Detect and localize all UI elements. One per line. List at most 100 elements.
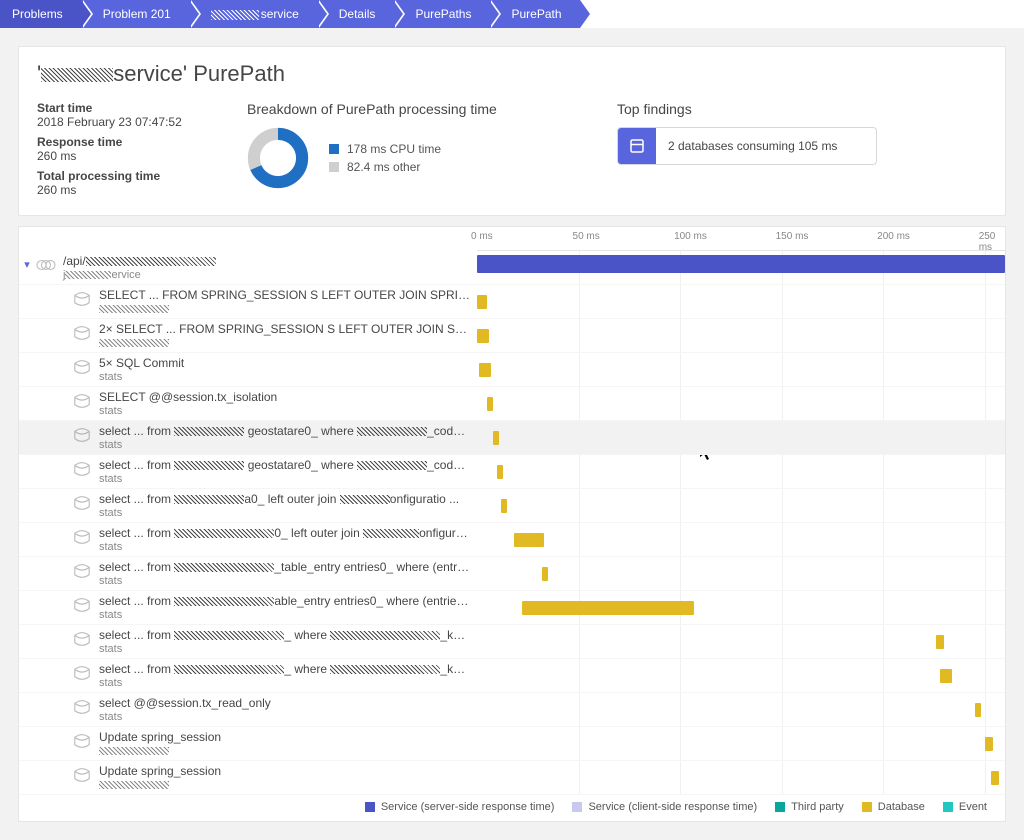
- row-sub: [99, 745, 471, 757]
- row-main: select ... from able_entry entries0_ whe…: [99, 594, 471, 608]
- timeline-row[interactable]: Update spring_session: [19, 761, 1005, 795]
- breakdown-donut: [247, 127, 309, 189]
- findings-heading: Top findings: [617, 101, 987, 117]
- breadcrumb: Problems Problem 201 service Details Pur…: [0, 0, 1024, 28]
- database-icon: [71, 596, 93, 614]
- timeline-row[interactable]: select ... from _ where _key=? a...stats: [19, 659, 1005, 693]
- timeline-root-row[interactable]: ▾ /api/jervice: [19, 251, 1005, 285]
- bar-database: [501, 499, 507, 513]
- row-sub: stats: [99, 371, 471, 383]
- page-title-suffix: service' PurePath: [113, 61, 285, 86]
- crumb-problems[interactable]: Problems: [0, 0, 81, 28]
- row-sub: stats: [99, 439, 471, 451]
- row-sub: stats: [99, 405, 471, 417]
- start-time-label: Start time: [37, 101, 207, 115]
- axis-tick: 200 ms: [877, 231, 910, 242]
- bar-database: [477, 295, 487, 309]
- finding-databases[interactable]: 2 databases consuming 105 ms: [617, 127, 877, 165]
- timeline-row[interactable]: select @@session.tx_read_onlystats: [19, 693, 1005, 727]
- expand-toggle[interactable]: ▾: [19, 254, 35, 271]
- crumb-purepaths[interactable]: PurePaths: [393, 0, 489, 28]
- timeline-row[interactable]: select ... from able_entry entries0_ whe…: [19, 591, 1005, 625]
- timeline-row[interactable]: select ... from geostatare0_ where _code…: [19, 421, 1005, 455]
- crumb-problem-id[interactable]: Problem 201: [81, 0, 189, 28]
- axis-tick: 250 ms: [979, 231, 999, 253]
- timeline-legend: Service (server-side response time) Servi…: [19, 795, 1005, 813]
- legend-other: 82.4 ms other: [329, 160, 441, 174]
- row-main: Update spring_session: [99, 730, 471, 744]
- bar-database: [522, 601, 695, 615]
- crumb-service[interactable]: service: [189, 0, 317, 28]
- bar-database: [940, 669, 952, 683]
- obscured-text: [211, 10, 259, 20]
- processing-time-value: 260 ms: [37, 183, 207, 197]
- bar-database: [936, 635, 944, 649]
- timeline-row[interactable]: select ... from _ where _key=? a...stats: [19, 625, 1005, 659]
- bar-database: [477, 329, 489, 343]
- row-main: Update spring_session: [99, 764, 471, 778]
- row-sub: stats: [99, 643, 471, 655]
- row-main: select ... from 0_ left outer join onfig…: [99, 526, 471, 540]
- timeline-card: 0 ms50 ms100 ms150 ms200 ms250 ms ▾/api/…: [18, 226, 1006, 822]
- legend-swatch: [572, 802, 582, 812]
- bar-database: [975, 703, 981, 717]
- row-sub: stats: [99, 473, 471, 485]
- axis-tick: 50 ms: [573, 231, 600, 242]
- legend-item: Database: [862, 801, 925, 813]
- row-sub: stats: [99, 711, 471, 723]
- meta-block: Start time 2018 February 23 07:47:52 Res…: [37, 101, 207, 197]
- database-icon: [71, 324, 93, 342]
- legend-item: Service (server-side response time): [365, 801, 555, 813]
- timeline-row[interactable]: SELECT @@session.tx_isolationstats: [19, 387, 1005, 421]
- timeline-body: ▾ /api/jervice SELECT ... FROM SPRING_SESS…: [19, 251, 1005, 795]
- findings-block: Top findings 2 databases consuming 105 m…: [617, 101, 987, 197]
- crumb-purepath[interactable]: PurePath: [489, 0, 579, 28]
- crumb-label: PurePath: [511, 7, 561, 21]
- row-sub: stats: [99, 507, 471, 519]
- database-icon: [71, 664, 93, 682]
- legend-label: 82.4 ms other: [347, 160, 420, 174]
- finding-label: 2 databases consuming 105 ms: [656, 139, 849, 153]
- row-sub: [99, 337, 471, 349]
- crumb-label: Problem 201: [103, 7, 171, 21]
- processing-time-label: Total processing time: [37, 169, 207, 183]
- timeline-row[interactable]: select ... from 0_ left outer join onfig…: [19, 523, 1005, 557]
- start-time-value: 2018 February 23 07:47:52: [37, 115, 207, 129]
- timeline-row[interactable]: 2× SELECT ... FROM SPRING_SESSION S LEFT…: [19, 319, 1005, 353]
- legend-label: Event: [959, 801, 987, 813]
- legend-swatch: [943, 802, 953, 812]
- bar-database: [493, 431, 499, 445]
- breakdown-legend: 178 ms CPU time 82.4 ms other: [329, 138, 441, 178]
- timeline-row[interactable]: SELECT ... FROM SPRING_SESSION S LEFT OU…: [19, 285, 1005, 319]
- row-main: SELECT ... FROM SPRING_SESSION S LEFT OU…: [99, 288, 471, 302]
- legend-label: Database: [878, 801, 925, 813]
- timeline-row[interactable]: select ... from _table_entry entries0_ w…: [19, 557, 1005, 591]
- crumb-label: service: [261, 7, 299, 21]
- crumb-label: Problems: [12, 7, 63, 21]
- row-sub: [99, 779, 471, 791]
- timeline-axis: 0 ms50 ms100 ms150 ms200 ms250 ms: [477, 227, 1005, 251]
- timeline-row[interactable]: select ... from a0_ left outer join onfi…: [19, 489, 1005, 523]
- database-icon: [71, 766, 93, 784]
- row-sub: jervice: [63, 269, 471, 281]
- bar-database: [479, 363, 491, 377]
- row-main: select ... from _ where _key=? a...: [99, 628, 471, 642]
- axis-tick: 150 ms: [776, 231, 809, 242]
- timeline-row[interactable]: select ... from geostatare0_ where _code…: [19, 455, 1005, 489]
- row-main: 2× SELECT ... FROM SPRING_SESSION S LEFT…: [99, 322, 471, 336]
- row-sub: stats: [99, 677, 471, 689]
- row-main: /api/: [63, 254, 471, 268]
- legend-swatch: [329, 144, 339, 154]
- timeline-row[interactable]: 5× SQL Commitstats: [19, 353, 1005, 387]
- legend-swatch: [329, 162, 339, 172]
- row-main: select ... from geostatare0_ where _code…: [99, 424, 471, 438]
- legend-label: Service (client-side response time): [588, 801, 757, 813]
- crumb-label: Details: [339, 7, 376, 21]
- database-icon: [71, 460, 93, 478]
- crumb-label: PurePaths: [415, 7, 471, 21]
- database-icon: [71, 392, 93, 410]
- row-main: select @@session.tx_read_only: [99, 696, 471, 710]
- database-icon: [71, 630, 93, 648]
- row-main: 5× SQL Commit: [99, 356, 471, 370]
- timeline-row[interactable]: Update spring_session: [19, 727, 1005, 761]
